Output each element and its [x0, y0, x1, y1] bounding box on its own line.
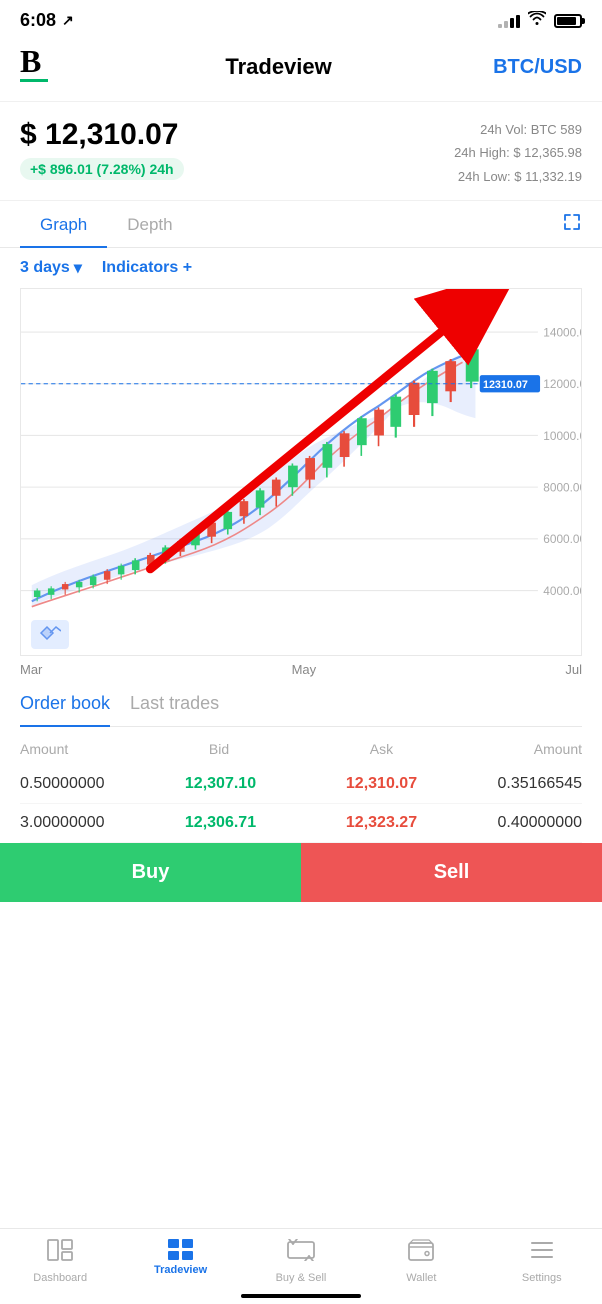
home-indicator — [241, 1294, 361, 1298]
wallet-icon — [408, 1239, 434, 1268]
row1-ask: 12,310.07 — [301, 775, 462, 793]
location-icon: ↗ — [62, 12, 74, 29]
price-low: 24h Low: $ 11,332.19 — [454, 165, 582, 188]
nav-item-wallet[interactable]: Wallet — [386, 1239, 456, 1284]
tab-last-trades[interactable]: Last trades — [130, 693, 219, 726]
col-header-amount-right: Amount — [534, 741, 582, 757]
svg-text:14000.00: 14000.00 — [543, 326, 581, 340]
candlestick-chart: 14000.00 12000.00 10000.00 8000.00 6000.… — [21, 289, 581, 655]
signal-icon — [498, 14, 520, 28]
tab-order-book[interactable]: Order book — [20, 693, 110, 726]
order-book-header: Amount Bid Ask Amount — [20, 737, 582, 765]
order-book-row: 3.00000000 12,306.71 12,323.27 0.4000000… — [20, 804, 582, 843]
row2-ask: 12,323.27 — [301, 814, 462, 832]
chart-controls: 3 days ▾ Indicators + — [0, 248, 602, 288]
nav-item-tradeview[interactable]: Tradeview — [146, 1239, 216, 1284]
price-section: $ 12,310.07 +$ 896.01 (7.28%) 24h 24h Vo… — [0, 102, 602, 201]
nav-label-dashboard: Dashboard — [33, 1272, 87, 1284]
svg-text:4000.00: 4000.00 — [543, 584, 581, 598]
nav-label-wallet: Wallet — [406, 1272, 436, 1284]
row1-amount: 0.50000000 — [20, 775, 140, 793]
chevron-down-icon: ▾ — [74, 258, 82, 278]
price-left: $ 12,310.07 +$ 896.01 (7.28%) 24h — [20, 118, 184, 180]
action-buttons: Buy Sell — [0, 843, 602, 902]
status-icons — [498, 11, 582, 30]
tab-graph[interactable]: Graph — [20, 201, 107, 247]
price-change: +$ 896.01 (7.28%) 24h — [20, 158, 184, 180]
battery-icon — [554, 14, 582, 28]
indicators-button[interactable]: Indicators + — [102, 259, 192, 277]
wifi-icon — [528, 11, 546, 30]
order-tab-bar: Order book Last trades — [20, 693, 582, 727]
order-book-row: 0.50000000 12,307.10 12,310.07 0.3516654… — [20, 765, 582, 804]
nav-item-dashboard[interactable]: Dashboard — [25, 1239, 95, 1284]
header-title: Tradeview — [225, 54, 331, 80]
sell-button[interactable]: Sell — [301, 843, 602, 902]
row1-bid: 12,307.10 — [140, 775, 301, 793]
price-vol: 24h Vol: BTC 589 — [454, 118, 582, 141]
x-label-may: May — [292, 662, 317, 677]
tradeview-icon — [168, 1239, 193, 1260]
app-logo: B — [20, 45, 64, 89]
row2-amount: 3.00000000 — [20, 814, 140, 832]
buy-button[interactable]: Buy — [0, 843, 301, 902]
x-label-jul: Jul — [565, 662, 582, 677]
svg-text:8000.00: 8000.00 — [543, 481, 581, 495]
col-header-ask: Ask — [370, 741, 393, 757]
time-display: 6:08 — [20, 10, 56, 31]
expand-icon[interactable] — [562, 212, 582, 237]
nav-label-tradeview: Tradeview — [154, 1264, 207, 1276]
svg-text:12310.07: 12310.07 — [483, 379, 528, 391]
col-header-amount: Amount — [20, 741, 68, 757]
price-high: 24h High: $ 12,365.98 — [454, 141, 582, 164]
status-time: 6:08 ↗ — [20, 10, 74, 31]
x-label-mar: Mar — [20, 662, 42, 677]
svg-text:6000.00: 6000.00 — [543, 532, 581, 546]
order-section: Order book Last trades Amount Bid Ask Am… — [0, 677, 602, 843]
nav-item-buysell[interactable]: Buy & Sell — [266, 1239, 336, 1284]
col-header-bid: Bid — [209, 741, 229, 757]
price-chart[interactable]: 14000.00 12000.00 10000.00 8000.00 6000.… — [20, 288, 582, 656]
buysell-icon — [287, 1239, 315, 1268]
logo-underline — [20, 79, 48, 82]
chart-x-axis: Mar May Jul — [0, 656, 602, 677]
row2-bid: 12,306.71 — [140, 814, 301, 832]
app-header: B Tradeview BTC/USD — [0, 37, 602, 102]
row1-amount-right: 0.35166545 — [462, 775, 582, 793]
nav-item-settings[interactable]: Settings — [507, 1239, 577, 1284]
price-stats: 24h Vol: BTC 589 24h High: $ 12,365.98 2… — [454, 118, 582, 188]
svg-text:12000.00: 12000.00 — [543, 377, 581, 391]
chart-tab-bar: Graph Depth — [0, 201, 602, 248]
row2-amount-right: 0.40000000 — [462, 814, 582, 832]
settings-icon — [530, 1239, 554, 1268]
trading-pair[interactable]: BTC/USD — [493, 56, 582, 79]
svg-text:10000.00: 10000.00 — [543, 429, 581, 443]
period-selector[interactable]: 3 days ▾ — [20, 258, 82, 278]
logo-letter: B — [20, 45, 41, 77]
dashboard-icon — [47, 1239, 73, 1268]
status-bar: 6:08 ↗ — [0, 0, 602, 37]
chart-zoom-icon[interactable] — [31, 620, 69, 649]
tab-depth[interactable]: Depth — [107, 201, 192, 247]
bottom-navigation: Dashboard Tradeview — [0, 1228, 602, 1304]
nav-label-settings: Settings — [522, 1272, 562, 1284]
nav-label-buysell: Buy & Sell — [276, 1272, 327, 1284]
price-main: $ 12,310.07 — [20, 118, 184, 152]
